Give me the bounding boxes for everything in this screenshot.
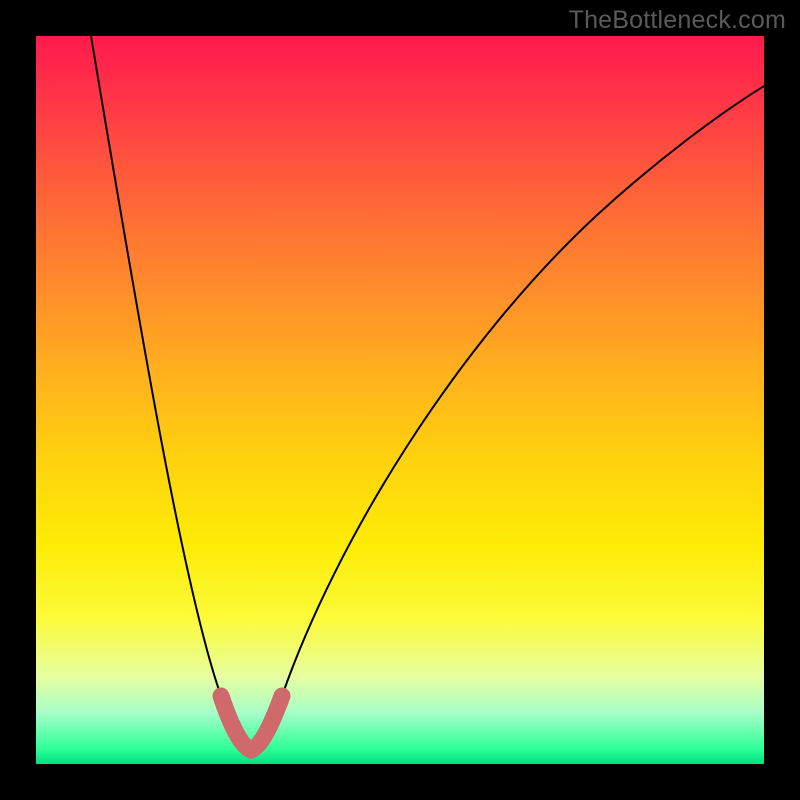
minimum-marker	[221, 696, 282, 750]
bottleneck-curve	[91, 36, 764, 750]
chart-svg	[36, 36, 764, 764]
chart-plot-area	[36, 36, 764, 764]
watermark-text: TheBottleneck.com	[569, 6, 786, 35]
chart-frame: TheBottleneck.com	[0, 0, 800, 800]
